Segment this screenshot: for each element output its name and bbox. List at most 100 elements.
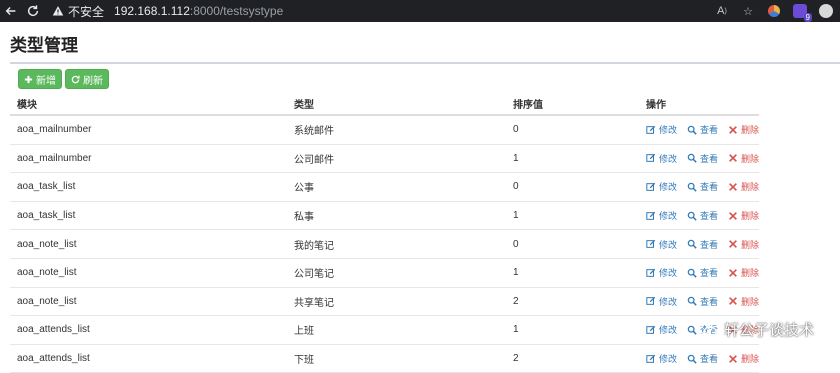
table-row: aoa_mailnumber 系统邮件 0 修改 查看 删除 xyxy=(10,115,760,145)
back-arrow-icon xyxy=(5,7,16,15)
delete-link[interactable]: 删除 xyxy=(728,152,759,165)
view-link[interactable]: 查看 xyxy=(687,295,718,308)
edit-icon xyxy=(646,268,656,277)
cell-actions: 修改 查看 删除 xyxy=(639,115,760,145)
reload-button[interactable] xyxy=(22,0,44,22)
watermark: 轩公子谈技术 xyxy=(696,318,814,340)
cell-type: 下班 xyxy=(287,344,506,373)
edit-icon xyxy=(646,239,656,249)
cell-sort-value: 0 xyxy=(506,229,639,259)
favorite-star-icon[interactable]: ☆ xyxy=(740,3,756,19)
cell-type: 私事 xyxy=(287,201,506,231)
page-title: 类型管理 xyxy=(10,36,78,55)
delete-link[interactable]: 删除 xyxy=(728,352,759,365)
edit-link[interactable]: 修改 xyxy=(646,123,677,136)
warning-icon xyxy=(52,6,64,16)
view-label: 查看 xyxy=(700,182,719,193)
table-row: aoa_task_list 公事 0 修改 查看 删除 xyxy=(10,172,760,202)
cell-type: 共享笔记 xyxy=(287,287,506,317)
cell-module: aoa_note_list xyxy=(10,258,287,288)
search-icon xyxy=(687,154,697,164)
cell-module: aoa_attends_list xyxy=(10,315,287,345)
search-icon xyxy=(687,211,697,221)
cell-module: aoa_task_list xyxy=(10,172,287,202)
extension-badge-count: 9 xyxy=(803,13,812,22)
search-icon xyxy=(687,182,697,192)
cell-sort-value: 0 xyxy=(506,115,639,145)
read-aloud-icon[interactable]: A ​) xyxy=(714,3,730,19)
back-button[interactable] xyxy=(0,0,22,22)
delete-label: 删除 xyxy=(741,268,760,279)
delete-link[interactable]: 删除 xyxy=(728,238,759,251)
view-link[interactable]: 查看 xyxy=(687,123,718,136)
search-icon xyxy=(687,125,697,135)
action-toolbar: 新增 刷新 xyxy=(18,69,109,89)
edit-link[interactable]: 修改 xyxy=(646,152,677,165)
view-link[interactable]: 查看 xyxy=(687,352,718,365)
delete-link[interactable]: 删除 xyxy=(728,123,759,136)
edit-link[interactable]: 修改 xyxy=(646,180,677,193)
edit-label: 修改 xyxy=(659,211,678,222)
edit-icon xyxy=(646,182,656,191)
delete-link[interactable]: 删除 xyxy=(728,209,759,222)
profile-avatar-icon[interactable] xyxy=(818,3,834,19)
refresh-button[interactable]: 刷新 xyxy=(65,69,109,89)
edit-label: 修改 xyxy=(659,153,678,164)
title-divider xyxy=(10,62,840,64)
edit-link[interactable]: 修改 xyxy=(646,238,677,251)
delete-label: 删除 xyxy=(741,125,760,136)
view-label: 查看 xyxy=(700,153,719,164)
edit-label: 修改 xyxy=(659,354,678,365)
cell-sort-value: 2 xyxy=(506,287,639,317)
delete-link[interactable]: 删除 xyxy=(728,295,759,308)
delete-label: 删除 xyxy=(741,211,760,222)
cell-module: aoa_note_list xyxy=(10,229,287,259)
delete-x-icon xyxy=(729,183,737,191)
edit-link[interactable]: 修改 xyxy=(646,209,677,222)
cell-actions: 修改 查看 删除 xyxy=(639,229,760,259)
edit-label: 修改 xyxy=(659,268,678,279)
cell-actions: 修改 查看 删除 xyxy=(639,144,760,174)
edit-link[interactable]: 修改 xyxy=(646,295,677,308)
edit-icon xyxy=(646,125,656,134)
table-row: aoa_note_list 共享笔记 2 修改 查看 删除 xyxy=(10,287,760,317)
table-row: aoa_attends_list 上班 1 修改 查看 删除 xyxy=(10,315,760,345)
view-link[interactable]: 查看 xyxy=(687,266,718,279)
view-link[interactable]: 查看 xyxy=(687,209,718,222)
view-link[interactable]: 查看 xyxy=(687,180,718,193)
cell-type: 公司邮件 xyxy=(287,144,506,174)
delete-label: 删除 xyxy=(741,239,760,250)
cell-module: aoa_note_list xyxy=(10,287,287,317)
delete-x-icon xyxy=(729,154,737,163)
wechat-logo-icon xyxy=(696,320,717,338)
cell-sort-value: 0 xyxy=(506,172,639,202)
edit-label: 修改 xyxy=(659,325,678,336)
cell-sort-value: 1 xyxy=(506,315,639,345)
edit-link[interactable]: 修改 xyxy=(646,323,677,336)
search-icon xyxy=(687,268,697,278)
cell-module: aoa_mailnumber xyxy=(10,115,287,145)
extension-badge-icon[interactable]: 9 xyxy=(792,3,812,22)
delete-label: 删除 xyxy=(741,296,760,307)
delete-link[interactable]: 删除 xyxy=(728,266,759,279)
delete-x-icon xyxy=(729,268,737,277)
edit-link[interactable]: 修改 xyxy=(646,352,677,365)
cell-actions: 修改 查看 删除 xyxy=(639,258,760,288)
address-bar[interactable]: 不安全 192.168.1.112:8000/testsystype xyxy=(52,0,283,22)
edit-label: 修改 xyxy=(659,182,678,193)
view-label: 查看 xyxy=(700,296,719,307)
cell-actions: 修改 查看 删除 xyxy=(639,201,760,231)
add-button-label: 新增 xyxy=(36,75,56,87)
extension-shield-icon[interactable] xyxy=(766,3,782,19)
insecure-label: 不安全 xyxy=(68,4,105,19)
cell-module: aoa_task_list xyxy=(10,201,287,231)
cell-module: aoa_attends_list xyxy=(10,344,287,373)
view-link[interactable]: 查看 xyxy=(687,152,718,165)
table-row: aoa_note_list 我的笔记 0 修改 查看 删除 xyxy=(10,229,760,259)
cell-type: 系统邮件 xyxy=(287,115,506,145)
cell-type: 公司笔记 xyxy=(287,258,506,288)
view-link[interactable]: 查看 xyxy=(687,238,718,251)
add-button[interactable]: 新增 xyxy=(18,69,62,89)
delete-link[interactable]: 删除 xyxy=(728,180,759,193)
edit-link[interactable]: 修改 xyxy=(646,266,677,279)
